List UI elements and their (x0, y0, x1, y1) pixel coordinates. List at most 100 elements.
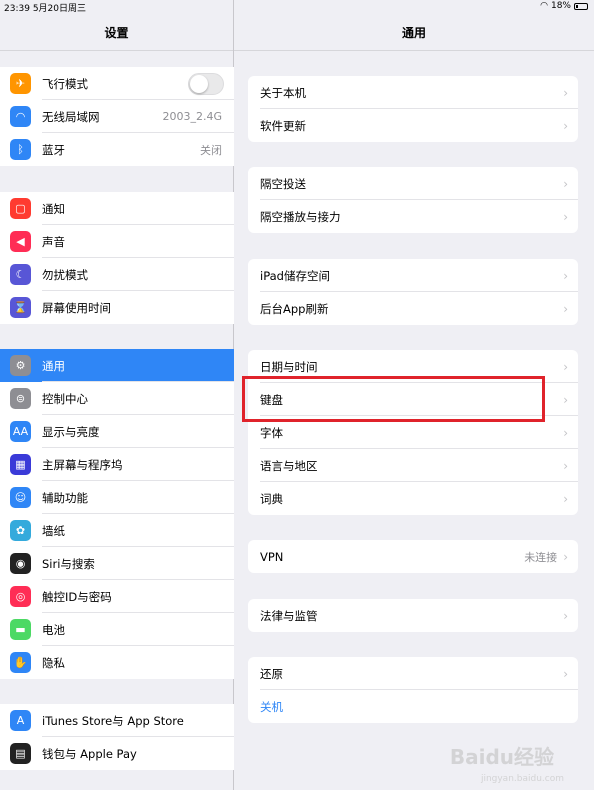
general-group: VPN 未连接 › (248, 540, 578, 573)
general-item-label: 隔空播放与接力 (260, 209, 341, 224)
general-item-label: 语言与地区 (260, 458, 318, 473)
sidebar-group-notifications: ▢ 通知 ◀ 声音 ☾ 勿扰模式 ⌛ 屏幕使用时间 (0, 192, 234, 324)
sidebar-item[interactable]: AiTunes Store与 App Store (0, 704, 234, 737)
general-item[interactable]: 还原 › (248, 657, 578, 690)
general-item[interactable]: 后台App刷新 › (248, 292, 578, 325)
general-group: 关于本机 › 软件更新 › (248, 76, 578, 142)
settings-sidebar: 设置 ✈ 飞行模式 ◠ 无线局域网 2003_2.4G ᛒ 蓝牙 关闭 ▢ 通知 ◀ 声音 ☾ 勿扰模式… (0, 0, 234, 790)
baidu-watermark-url: jingyan.baidu.com (480, 774, 564, 784)
sidebar-group-store: AiTunes Store与 App Store ▤ 钱包与 Apple Pay (0, 704, 234, 770)
sidebar-item-label: 隐私 (42, 655, 65, 670)
sidebar-item-label: 显示与亮度 (42, 424, 100, 439)
sidebar-item-label: 勿扰模式 (42, 267, 88, 282)
hand-icon: ✋ (10, 652, 31, 673)
sidebar-item-label: Siri与搜索 (42, 556, 95, 571)
wifi-icon: ◠ (10, 106, 31, 127)
general-item[interactable]: 关于本机 › (248, 76, 578, 109)
general-group: 法律与监管 › (248, 599, 578, 632)
gear-icon: ⚙ (10, 355, 31, 376)
status-right: ◠ 18% (540, 1, 588, 11)
general-item[interactable]: 隔空投送 › (248, 167, 578, 200)
general-item-label: 关机 (260, 699, 283, 714)
sidebar-item-label: iTunes Store与 App Store (42, 713, 184, 728)
sidebar-item[interactable]: ▬ 电池 (0, 613, 234, 646)
app-store-icon: A (10, 710, 31, 731)
general-item[interactable]: 语言与地区 › (248, 449, 578, 482)
home-screen-icon: ▦ (10, 454, 31, 475)
sidebar-item-label: 通用 (42, 358, 65, 373)
chevron-right-icon: › (563, 359, 568, 374)
keyboard-highlight-box (242, 376, 545, 422)
general-item[interactable]: 词典 › (248, 482, 578, 515)
general-item-value: 未连接 (524, 550, 558, 564)
sidebar-item[interactable]: ⚙ 通用 (0, 349, 234, 382)
sidebar-item-label: 控制中心 (42, 391, 88, 406)
sidebar-item-label: 声音 (42, 234, 65, 249)
sidebar-item[interactable]: ☺ 辅助功能 (0, 481, 234, 514)
general-item[interactable]: iPad储存空间 › (248, 259, 578, 292)
general-item[interactable]: 隔空播放与接力 › (248, 200, 578, 233)
sidebar-item[interactable]: ▦ 主屏幕与程序坞 (0, 448, 234, 481)
sidebar-item[interactable]: ☾ 勿扰模式 (0, 258, 234, 291)
sidebar-title: 设置 (104, 26, 129, 40)
general-item-label: 软件更新 (260, 118, 306, 133)
general-title: 通用 (401, 26, 426, 40)
sidebar-item-label: 无线局域网 (42, 109, 100, 124)
chevron-right-icon: › (563, 301, 568, 316)
hourglass-icon: ⌛ (10, 297, 31, 318)
sidebar-item[interactable]: ✈ 飞行模式 (0, 67, 234, 100)
sidebar-item-label: 触控ID与密码 (42, 589, 112, 604)
battery-status-icon (574, 2, 588, 10)
status-time-date: 23:39 5月20日周三 (4, 1, 86, 14)
sidebar-item[interactable]: ▤ 钱包与 Apple Pay (0, 737, 234, 770)
sidebar-header-divider (0, 50, 233, 51)
accessibility-icon: ☺ (10, 487, 31, 508)
fingerprint-icon: ◎ (10, 586, 31, 607)
chevron-right-icon: › (563, 176, 568, 191)
sidebar-item-label: 辅助功能 (42, 490, 88, 505)
control-center-icon: ⊜ (10, 388, 31, 409)
general-item-label: 关于本机 (260, 85, 306, 100)
sound-icon: ◀ (10, 231, 31, 252)
general-item[interactable]: 法律与监管 › (248, 599, 578, 632)
sidebar-item[interactable]: ⊜ 控制中心 (0, 382, 234, 415)
general-group: 还原 › 关机 (248, 657, 578, 723)
sidebar-item[interactable]: ✋ 隐私 (0, 646, 234, 679)
sidebar-item[interactable]: ᛒ 蓝牙 关闭 (0, 133, 234, 166)
sidebar-item[interactable]: ⌛ 屏幕使用时间 (0, 291, 234, 324)
wallet-icon: ▤ (10, 743, 31, 764)
sidebar-item-label: 通知 (42, 201, 65, 216)
sidebar-item-value: 关闭 (200, 143, 222, 157)
sidebar-item-label: 钱包与 Apple Pay (42, 746, 137, 761)
general-item-label: 法律与监管 (260, 608, 318, 623)
sidebar-item[interactable]: ◉ Siri与搜索 (0, 547, 234, 580)
sidebar-item-label: 墙纸 (42, 523, 65, 538)
general-item[interactable]: VPN 未连接 › (248, 540, 578, 573)
status-date: 5月20日周三 (32, 4, 86, 14)
general-item-label: 词典 (260, 491, 283, 506)
sidebar-item[interactable]: ◠ 无线局域网 2003_2.4G (0, 100, 234, 133)
sidebar-item[interactable]: AA 显示与亮度 (0, 415, 234, 448)
general-item-label: 字体 (260, 425, 283, 440)
airplane-mode-toggle[interactable] (188, 72, 224, 95)
sidebar-item[interactable]: ✿ 墙纸 (0, 514, 234, 547)
chevron-right-icon: › (563, 608, 568, 623)
chevron-right-icon: › (563, 268, 568, 283)
battery-icon: ▬ (10, 619, 31, 640)
airplane-icon: ✈ (10, 73, 31, 94)
chevron-right-icon: › (563, 118, 568, 133)
general-group: 隔空投送 › 隔空播放与接力 › (248, 167, 578, 233)
bluetooth-icon: ᛒ (10, 139, 31, 160)
status-time: 23:39 (4, 4, 30, 14)
general-item[interactable]: 软件更新 › (248, 109, 578, 142)
sidebar-item[interactable]: ◀ 声音 (0, 225, 234, 258)
chevron-right-icon: › (563, 491, 568, 506)
chevron-right-icon: › (563, 666, 568, 681)
sidebar-item-label: 蓝牙 (42, 142, 65, 157)
wallpaper-icon: ✿ (10, 520, 31, 541)
general-item[interactable]: 关机 (248, 690, 578, 723)
chevron-right-icon: › (563, 209, 568, 224)
sidebar-item[interactable]: ▢ 通知 (0, 192, 234, 225)
sidebar-item-label: 屏幕使用时间 (42, 300, 111, 315)
sidebar-item[interactable]: ◎ 触控ID与密码 (0, 580, 234, 613)
